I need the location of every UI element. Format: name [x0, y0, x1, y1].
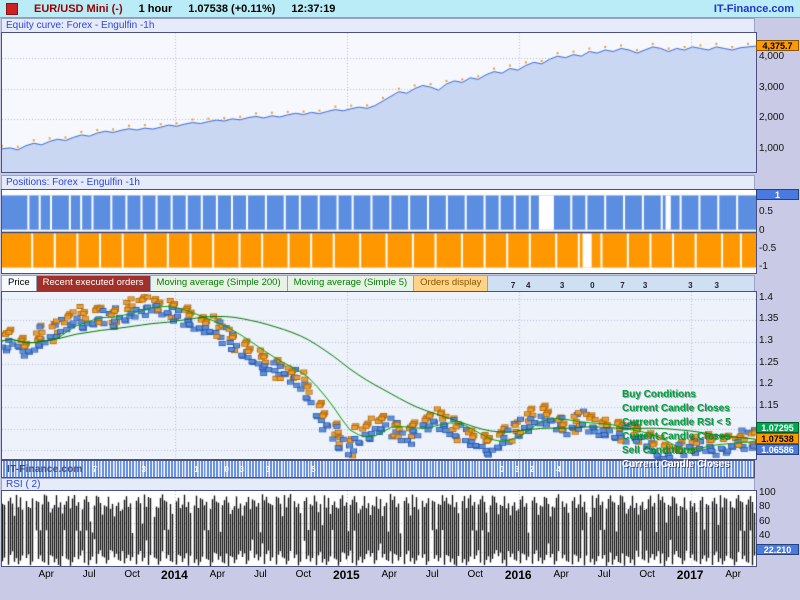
axis-label: 1.25: [759, 356, 779, 368]
x-axis-label: 2014: [161, 568, 188, 582]
conditions-overlay: Buy Conditions Current Candle Closes Curre…: [622, 388, 731, 472]
order-count-label: 0: [224, 465, 229, 474]
order-count-label: 7: [92, 465, 97, 474]
positions-panel: Positions: Forex - Engulfin -1h 1 10.50-…: [0, 175, 800, 274]
rsi-value-badge: 22.210: [756, 543, 799, 555]
symbol-label: EUR/USD Mini (-): [34, 2, 123, 15]
positions-y-axis: 1 10.50-0.5-1: [756, 189, 799, 272]
condition-label: Current Candle Closes: [622, 431, 730, 442]
price-panel-header: Price Recent executed orders Moving aver…: [1, 275, 755, 291]
condition-label: Current Candle Closes: [622, 459, 730, 470]
x-axis-label: 2015: [332, 568, 360, 582]
x-axis-label: Jul: [253, 569, 267, 580]
price-y-axis: 1.4 1.35 1.3 1.25 1.2 1.15 1.07295 1.07538 1.065…: [756, 291, 799, 458]
condition-label: Sell Conditions: [622, 445, 695, 456]
orders-display-button[interactable]: Orders display: [414, 276, 489, 291]
positions-value-badge: 1: [756, 189, 799, 201]
axis-label: 1.2: [759, 378, 773, 390]
rsi-y-axis: 22.210 10080604020: [756, 486, 799, 565]
app-icon[interactable]: [6, 2, 18, 15]
price-header-numbers: 74307333: [488, 276, 754, 291]
axis-label: -0.5: [759, 242, 777, 254]
order-count-label: 3: [265, 465, 271, 474]
x-axis-label: Jul: [82, 569, 96, 580]
axis-label: 2,000: [759, 112, 785, 124]
order-count-label: 4: [556, 465, 561, 474]
axis-label: 3,000: [759, 81, 785, 93]
x-axis-label: Apr: [209, 569, 226, 580]
equity-y-axis: 4,375.7 4,000 3,000 2,000 1,000: [756, 32, 799, 171]
price-value-badge: 1.07295: [756, 422, 799, 434]
x-axis-label: Oct: [639, 569, 655, 580]
price-value-badge: 1.07538: [756, 433, 799, 445]
x-axis-label: 2016: [504, 568, 532, 582]
condition-label: Current Candle RSI < 5: [622, 417, 731, 428]
moving-average-200-button[interactable]: Moving average (Simple 200): [150, 276, 288, 291]
axis-label: 1,000: [759, 143, 785, 155]
recent-executed-orders-button[interactable]: Recent executed orders: [36, 276, 151, 291]
x-axis-label: Oct: [295, 569, 312, 580]
x-axis: Apr Jul Oct 2014 Apr Jul Oct 2015 Apr Jul Oct 2016 A…: [1, 566, 755, 586]
order-count-label: 1: [194, 465, 199, 474]
topbar: EUR/USD Mini (-) 1 hour 1.07538 (+0.11%)…: [0, 0, 800, 18]
positions-panel-title[interactable]: Positions: Forex - Engulfin -1h: [1, 175, 755, 189]
equity-panel-title[interactable]: Equity curve: Forex - Engulfin -1h: [1, 18, 755, 32]
order-count-label: 5: [311, 465, 316, 474]
positions-chart-canvas[interactable]: [1, 189, 757, 274]
condition-label: Current Candle Closes: [622, 403, 730, 414]
x-axis-label: Apr: [38, 569, 55, 580]
axis-label: 100: [759, 486, 776, 498]
watermark: IT-Finance.com: [7, 464, 83, 475]
equity-chart-canvas[interactable]: [1, 32, 757, 173]
order-count-label: 2: [529, 465, 535, 474]
axis-label: 1.35: [759, 313, 779, 325]
x-axis-label: Jul: [597, 569, 611, 580]
order-count-label: 0: [499, 465, 505, 474]
condition-label: Buy Conditions: [622, 389, 696, 400]
rsi-panel: RSI ( 2) 22.210 10080604020: [0, 478, 800, 567]
axis-label: -1: [759, 260, 768, 272]
order-count-label: 3: [514, 465, 520, 474]
brand-link[interactable]: IT-Finance.com: [714, 3, 794, 15]
x-axis-label: Oct: [467, 569, 484, 580]
axis-label: 0: [759, 224, 765, 236]
equity-panel: Equity curve: Forex - Engulfin -1h 4,375…: [0, 18, 800, 174]
rsi-chart-canvas[interactable]: [1, 490, 757, 567]
x-axis-label: Apr: [553, 569, 569, 580]
axis-label: 60: [759, 515, 771, 527]
price-panel-title: Price: [2, 276, 37, 291]
x-axis-label: Jul: [425, 569, 439, 580]
price-value-badge: 1.06586: [756, 444, 799, 456]
clock-label: 12:37:19: [291, 2, 336, 15]
last-price-label: 1.07538 (+0.11%): [188, 2, 276, 15]
order-count-label: 3: [141, 465, 146, 474]
moving-average-5-button[interactable]: Moving average (Simple 5): [287, 276, 415, 291]
rsi-panel-title[interactable]: RSI ( 2): [1, 478, 755, 490]
order-count-label: 3: [239, 465, 244, 474]
x-axis-label: 2017: [676, 568, 704, 582]
timeframe-label: 1 hour: [138, 2, 173, 15]
axis-label: 1.3: [759, 334, 773, 346]
x-axis-label: Apr: [381, 569, 398, 580]
axis-label: 4,000: [759, 50, 785, 62]
trading-platform-window: EUR/USD Mini (-) 1 hour 1.07538 (+0.11%)…: [0, 0, 800, 600]
axis-label: 1.4: [759, 291, 773, 303]
x-axis-label: Oct: [124, 569, 140, 580]
equity-value-badge: 4,375.7: [756, 40, 799, 52]
x-axis-label: Apr: [725, 569, 741, 580]
axis-label: 80: [759, 501, 771, 513]
axis-label: 1.15: [759, 399, 779, 411]
axis-label: 40: [759, 530, 771, 542]
axis-label: 0.5: [759, 206, 773, 218]
